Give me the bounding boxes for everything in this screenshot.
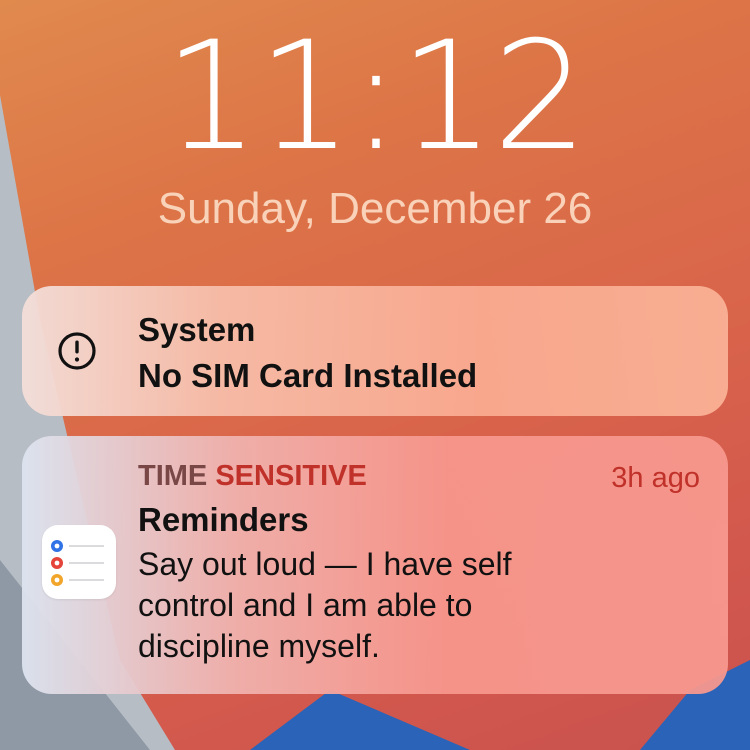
reminders-app-icon	[42, 525, 116, 599]
sensitive-label-word: SENSITIVE	[215, 460, 367, 492]
reminders-list-icon	[51, 540, 104, 586]
time-sensitive-label: TIME SENSITIVE	[138, 458, 367, 494]
notification-app-name: Reminders	[138, 501, 309, 538]
lock-screen-time: 11:12	[163, 10, 588, 184]
notification-message: No SIM Card Installed	[138, 357, 478, 394]
exclamation-circle-icon	[58, 332, 96, 370]
notification-body: Say out loud — I have self control and I…	[138, 544, 658, 667]
notification-timestamp: 3h ago	[611, 462, 700, 494]
notification-reminders[interactable]: TIME SENSITIVE 3h ago Reminders Say out …	[22, 436, 728, 694]
notification-body-line: control and I am able to	[138, 587, 473, 623]
notification-app-name: System	[138, 311, 256, 348]
notification-body-line: Say out loud — I have self	[138, 546, 512, 582]
lock-screen-date: Sunday, December 26	[157, 184, 593, 233]
notification-body-line: discipline myself.	[138, 628, 380, 664]
time-label-word: TIME	[138, 460, 208, 492]
notification-system[interactable]: System No SIM Card Installed	[22, 286, 728, 416]
